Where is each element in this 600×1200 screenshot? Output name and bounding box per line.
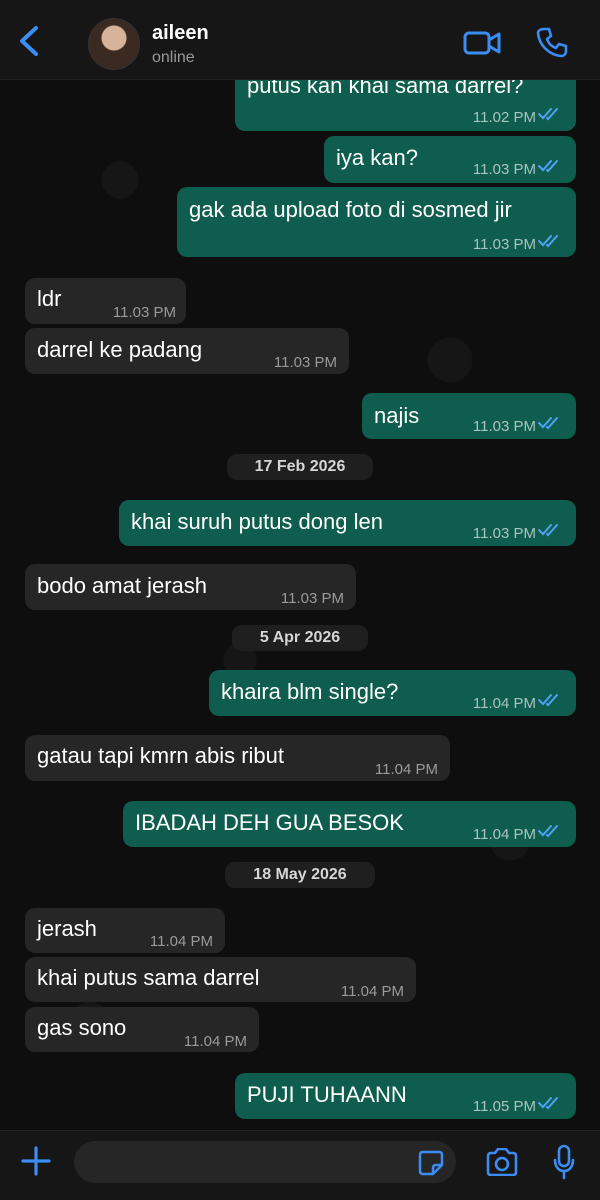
video-call-icon[interactable] [463, 28, 501, 58]
message-bubble-incoming[interactable]: jerash 11.04 PM [25, 908, 225, 953]
message-text: jerash [37, 916, 97, 941]
avatar[interactable] [88, 18, 140, 70]
message-time: 11.04 PM [340, 983, 404, 1000]
contact-name[interactable]: aileen [152, 22, 209, 45]
message-text: gak ada upload foto di sosmed jir [189, 197, 512, 222]
message-text: khaira blm single? [221, 679, 399, 704]
message-bubble-outgoing[interactable]: iya kan? 11.03 PM [324, 136, 576, 183]
sticker-icon[interactable] [418, 1150, 444, 1176]
message-bubble-outgoing[interactable]: khaira blm single? 11.04 PM [209, 670, 576, 716]
message-text: bodo amat jerash [37, 573, 207, 598]
message-bubble-outgoing[interactable]: IBADAH DEH GUA BESOK 11.04 PM [123, 801, 576, 847]
read-ticks-icon [538, 160, 558, 173]
message-time: 11.04 PM [183, 1033, 247, 1050]
camera-icon[interactable] [485, 1148, 519, 1176]
message-bubble-incoming[interactable]: khai putus sama darrel 11.04 PM [25, 957, 416, 1002]
message-bubble-incoming[interactable]: gatau tapi kmrn abis ribut 11.04 PM [25, 735, 450, 781]
message-bubble-outgoing[interactable]: najis 11.03 PM [362, 393, 576, 439]
message-time: 11.03 PM [280, 590, 344, 607]
microphone-icon[interactable] [552, 1144, 576, 1180]
message-bubble-incoming[interactable]: darrel ke padang 11.03 PM [25, 328, 349, 374]
message-time: 11.03 PM [472, 418, 536, 435]
phone-icon[interactable] [536, 26, 568, 58]
read-ticks-icon [538, 108, 558, 121]
message-time: 11.03 PM [112, 304, 176, 321]
message-time: 11.03 PM [273, 354, 337, 371]
message-text: PUJI TUHAANN [247, 1082, 407, 1107]
message-time: 11.02 PM [472, 109, 536, 126]
message-time: 11.03 PM [472, 236, 536, 253]
read-ticks-icon [538, 825, 558, 838]
back-chevron-icon[interactable] [14, 24, 44, 58]
message-text: najis [374, 403, 420, 428]
message-time: 11.03 PM [472, 525, 536, 542]
message-text: putus kan khai sama darrel? [247, 80, 524, 98]
message-bubble-incoming[interactable]: gas sono 11.04 PM [25, 1007, 259, 1052]
message-time: 11.03 PM [472, 161, 536, 178]
message-text: khai suruh putus dong len [131, 509, 383, 534]
message-time: 11.04 PM [472, 826, 536, 843]
message-text: darrel ke padang [37, 337, 203, 362]
message-time: 11.05 PM [472, 1098, 536, 1115]
contact-status: online [152, 49, 195, 66]
message-text: gas sono [37, 1015, 127, 1040]
plus-icon[interactable] [20, 1145, 52, 1177]
message-text: iya kan? [336, 145, 418, 170]
chat-header: aileen online [0, 0, 600, 80]
read-ticks-icon [538, 1097, 558, 1110]
read-ticks-icon [538, 524, 558, 537]
message-input[interactable] [74, 1141, 456, 1183]
message-bubble-outgoing[interactable]: putus kan khai sama darrel? 11.02 PM [235, 80, 576, 131]
message-time: 11.04 PM [374, 761, 438, 778]
message-input-bar [0, 1130, 600, 1200]
read-ticks-icon [538, 235, 558, 248]
date-separator: 17 Feb 2026 [227, 454, 373, 480]
message-text: khai putus sama darrel [37, 965, 260, 990]
message-text: ldr [37, 286, 62, 311]
message-text: IBADAH DEH GUA BESOK [135, 810, 404, 835]
read-ticks-icon [538, 417, 558, 430]
date-separator: 5 Apr 2026 [232, 625, 368, 651]
message-text: gatau tapi kmrn abis ribut [37, 743, 285, 768]
message-bubble-outgoing[interactable]: khai suruh putus dong len 11.03 PM [119, 500, 576, 546]
message-bubble-outgoing[interactable]: gak ada upload foto di sosmed jir 11.03 … [177, 187, 576, 257]
read-ticks-icon [538, 694, 558, 707]
message-bubble-outgoing[interactable]: PUJI TUHAANN 11.05 PM [235, 1073, 576, 1119]
date-separator: 18 May 2026 [225, 862, 375, 888]
message-list[interactable]: putus kan khai sama darrel? 11.02 PM iya… [0, 80, 600, 1130]
message-bubble-incoming[interactable]: bodo amat jerash 11.03 PM [25, 564, 356, 610]
message-time: 11.04 PM [472, 695, 536, 712]
message-time: 11.04 PM [149, 933, 213, 950]
message-bubble-incoming[interactable]: ldr 11.03 PM [25, 278, 186, 324]
